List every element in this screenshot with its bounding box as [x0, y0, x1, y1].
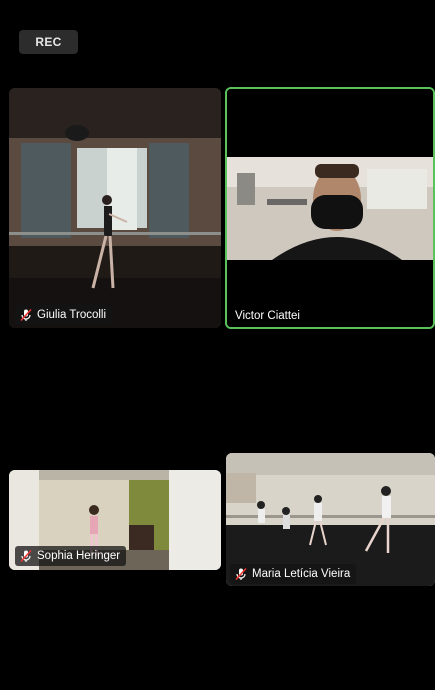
- mic-muted-icon: [19, 549, 33, 563]
- mic-muted-icon: [234, 567, 248, 581]
- participant-name: Victor Ciattei: [235, 310, 300, 322]
- meeting-gallery-view: REC Giulia Trocolli Victor Ciattei Sophi…: [0, 0, 435, 690]
- participant-name-tag: Maria Letícia Vieira: [230, 564, 357, 584]
- participant-name-tag: Sophia Heringer: [15, 546, 127, 566]
- participant-name: Giulia Trocolli: [37, 309, 107, 321]
- video-feed-giulia: [9, 88, 221, 328]
- participant-name: Sophia Heringer: [37, 550, 121, 562]
- video-tile-giulia[interactable]: Giulia Trocolli: [9, 88, 221, 328]
- video-feed-victor: [227, 89, 433, 327]
- mic-muted-icon: [19, 308, 33, 322]
- participant-name-tag: Giulia Trocolli: [15, 305, 113, 325]
- participant-name-tag: Victor Ciattei: [229, 306, 306, 326]
- video-tile-sophia[interactable]: Sophia Heringer: [9, 470, 221, 570]
- video-tile-maria[interactable]: Maria Letícia Vieira: [226, 453, 435, 586]
- recording-indicator[interactable]: REC: [19, 30, 78, 54]
- participant-name: Maria Letícia Vieira: [252, 568, 351, 580]
- video-tile-victor[interactable]: Victor Ciattei: [225, 87, 435, 329]
- recording-label: REC: [35, 35, 62, 49]
